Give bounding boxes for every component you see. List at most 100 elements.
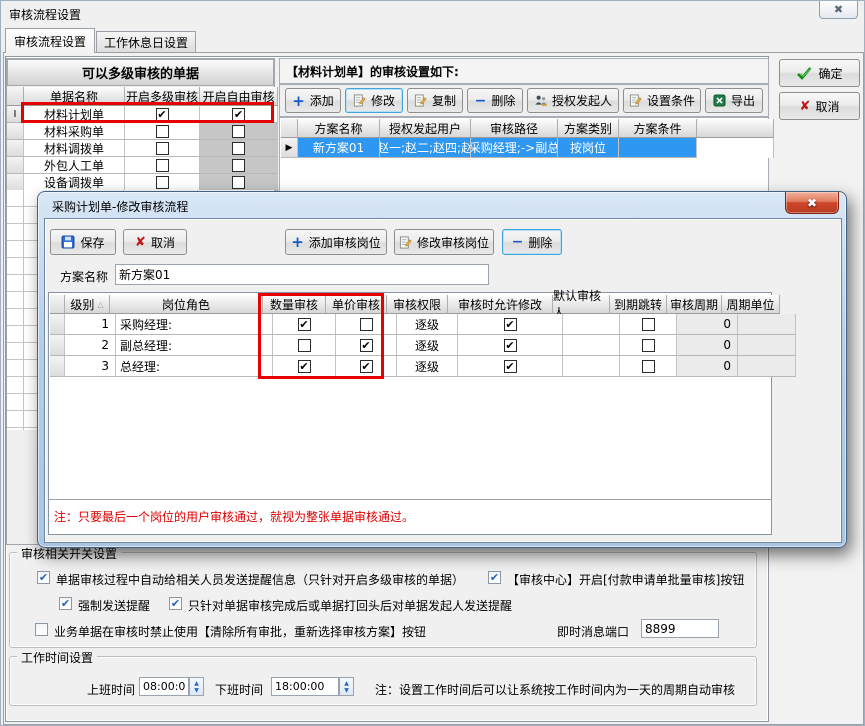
free-audit-checkbox[interactable]	[232, 159, 245, 172]
post-row-3[interactable]: 3 总经理: 逐级 0	[50, 356, 769, 377]
doc-col-name[interactable]: 单据名称	[24, 87, 125, 106]
scheme-row-filler	[697, 138, 774, 158]
start-time-spinner[interactable]: ▲▼	[189, 677, 204, 696]
scheme-col-cond[interactable]: 方案条件	[619, 119, 697, 138]
expire-jump-checkbox[interactable]	[642, 360, 655, 373]
auditor-cell	[563, 314, 620, 335]
tab-audit-flow[interactable]: 审核流程设置	[5, 28, 95, 53]
price-audit-checkbox[interactable]	[360, 318, 373, 331]
doc-row-equipment-transfer[interactable]: 设备调拨单	[7, 174, 274, 191]
scheme-users-cell: 赵一;赵二;赵四;赵	[380, 138, 471, 158]
forbid-clear-checkbox[interactable]	[35, 623, 48, 636]
post-col-perm[interactable]: 审核权限	[387, 295, 448, 314]
notify-checkbox[interactable]	[37, 571, 50, 584]
delete-audit-post-button[interactable]: − 删除	[502, 229, 562, 255]
qty-audit-checkbox[interactable]	[298, 339, 311, 352]
post-col-level[interactable]: 级别△	[65, 295, 110, 314]
post-col-jump[interactable]: 到期跳转	[610, 295, 667, 314]
cycle-cell: 0	[677, 314, 738, 335]
multi-audit-checkbox[interactable]	[156, 142, 169, 155]
right-panel-caption: 【材料计划单】的审核设置如下:	[279, 58, 769, 84]
multi-audit-checkbox[interactable]	[156, 108, 169, 121]
unit-cell	[738, 335, 796, 356]
expire-jump-checkbox[interactable]	[642, 339, 655, 352]
post-col-allow[interactable]: 审核时允许修改	[448, 295, 553, 314]
doc-col-multi[interactable]: 开启多级审核	[125, 87, 200, 106]
post-col-cycle[interactable]: 审核周期	[667, 295, 722, 314]
start-time-input[interactable]	[139, 677, 189, 696]
set-condition-button[interactable]: 设置条件	[623, 88, 701, 113]
qty-audit-checkbox[interactable]	[298, 360, 311, 373]
auditor-cell	[563, 335, 620, 356]
delete-scheme-button[interactable]: −删除	[467, 88, 523, 113]
cancel-button[interactable]: ✘ 取消	[779, 92, 860, 120]
allow-edit-checkbox[interactable]	[504, 318, 517, 331]
level-cell: 1	[65, 314, 116, 335]
post-col-qty[interactable]: 数量审核	[263, 295, 326, 314]
price-audit-checkbox[interactable]	[360, 339, 373, 352]
end-time-input[interactable]	[271, 677, 339, 696]
scheme-row-selected[interactable]: ▶ 新方案01 赵一;赵二;赵四;赵 采购经理;->副总 按岗位	[281, 138, 767, 158]
doc-row-material-transfer[interactable]: 材料调拨单	[7, 140, 274, 157]
force-remind-checkbox[interactable]	[59, 597, 72, 610]
add-scheme-button[interactable]: +添加	[285, 88, 341, 113]
post-row-2[interactable]: 2 副总经理: 逐级 0	[50, 335, 769, 356]
close-icon: ✖	[807, 196, 817, 210]
allow-edit-checkbox[interactable]	[504, 339, 517, 352]
doc-name: 材料采购单	[24, 123, 125, 140]
end-time-spinner[interactable]: ▲▼	[339, 677, 354, 696]
free-audit-checkbox[interactable]	[232, 142, 245, 155]
post-table-header: 级别△ 岗位角色 数量审核 单价审核 审核权限 审核时允许修改 默认审核人 到期…	[50, 295, 769, 314]
expire-jump-checkbox[interactable]	[642, 318, 655, 331]
doc-col-free[interactable]: 开启自由审核	[200, 87, 278, 106]
save-button[interactable]: 保存	[50, 229, 116, 255]
free-audit-checkbox[interactable]	[232, 176, 245, 189]
qty-audit-checkbox[interactable]	[298, 318, 311, 331]
spin-down-icon: ▼	[344, 687, 349, 694]
force-remind-label: 强制发送提醒	[78, 597, 150, 614]
dialog-cancel-button[interactable]: ✘ 取消	[123, 229, 187, 255]
im-port-input[interactable]	[641, 619, 719, 638]
allow-edit-checkbox[interactable]	[504, 360, 517, 373]
post-col-role[interactable]: 岗位角色	[110, 295, 263, 314]
only-done-checkbox[interactable]	[169, 597, 182, 610]
authorize-initiator-button[interactable]: 授权发起人	[527, 88, 619, 113]
post-row-1[interactable]: 1 采购经理: 逐级 0	[50, 314, 769, 335]
tab-rest-days[interactable]: 工作休息日设置	[96, 31, 196, 53]
ok-button[interactable]: 确定	[779, 59, 860, 87]
post-col-unit[interactable]: 周期单位	[722, 295, 780, 314]
window-close-button[interactable]: ✖	[819, 1, 858, 19]
free-audit-checkbox[interactable]	[232, 125, 245, 138]
scheme-name-label: 方案名称	[60, 268, 108, 285]
scheme-col-users[interactable]: 授权发起用户	[380, 119, 471, 138]
tab-audit-flow-label: 审核流程设置	[14, 33, 86, 50]
scheme-col-type[interactable]: 方案类别	[558, 119, 619, 138]
doc-row-material-purchase[interactable]: 材料采购单	[7, 123, 274, 140]
post-col-price[interactable]: 单价审核	[326, 295, 387, 314]
export-button[interactable]: 导出	[705, 88, 763, 113]
doc-row-outsourcing[interactable]: 外包人工单	[7, 157, 274, 174]
multi-audit-checkbox[interactable]	[156, 125, 169, 138]
modify-scheme-button[interactable]: 修改	[345, 88, 403, 113]
end-time-label: 下班时间	[215, 681, 263, 698]
level-cell: 3	[65, 356, 116, 377]
modify-audit-post-button[interactable]: 修改审核岗位	[394, 229, 494, 255]
scheme-col-path[interactable]: 审核路径	[471, 119, 558, 138]
copy-note-icon	[414, 94, 427, 107]
price-audit-checkbox[interactable]	[360, 360, 373, 373]
forbid-clear-label: 业务单据在审核时禁止使用【清除所有审批，重新选择审核方案】按钮	[54, 623, 426, 640]
scheme-name-input[interactable]	[115, 264, 489, 285]
audit-center-checkbox[interactable]	[488, 571, 501, 584]
row-arrow-icon: ▶	[286, 143, 293, 153]
scheme-col-name[interactable]: 方案名称	[298, 119, 380, 138]
copy-scheme-button[interactable]: 复制	[407, 88, 463, 113]
doc-row-material-plan[interactable]: I 材料计划单	[7, 106, 274, 123]
dialog-close-button[interactable]: ✖	[785, 192, 839, 214]
row-indicator	[7, 123, 24, 140]
multi-audit-checkbox[interactable]	[156, 176, 169, 189]
multi-audit-checkbox[interactable]	[156, 159, 169, 172]
add-audit-post-button[interactable]: + 添加审核岗位	[285, 229, 387, 255]
post-col-auditor[interactable]: 默认审核人	[553, 295, 610, 314]
free-audit-checkbox[interactable]	[232, 108, 245, 121]
row-indicator	[7, 174, 24, 191]
